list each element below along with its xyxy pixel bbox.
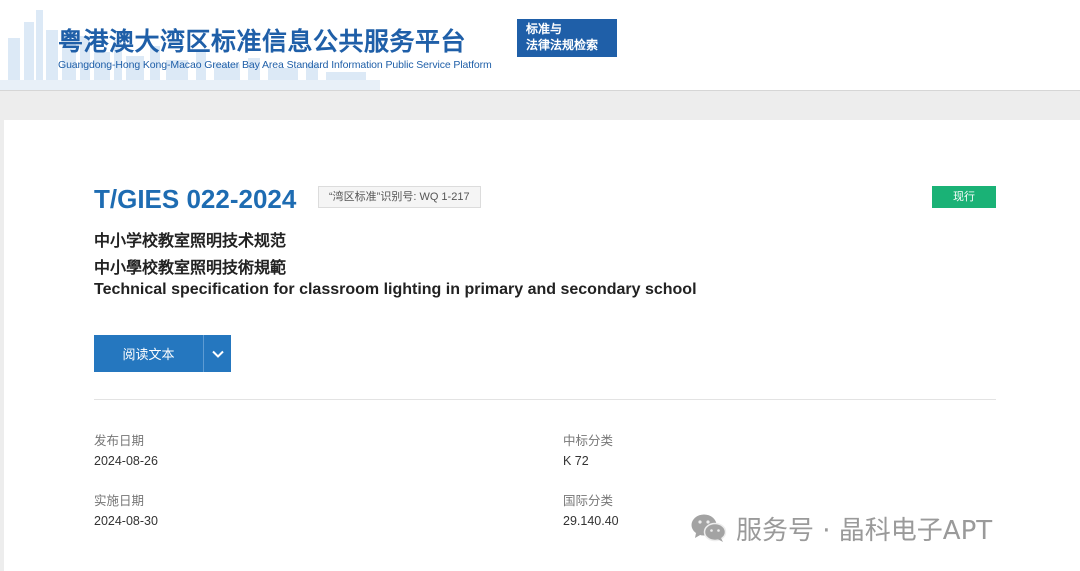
- read-options-dropdown[interactable]: [203, 335, 231, 372]
- ccs-label: 中标分类: [563, 433, 614, 448]
- ics-value: 29.140.40: [563, 514, 619, 528]
- status-badge: 现行: [932, 186, 996, 208]
- standard-code: T/GIES 022-2024: [94, 184, 297, 214]
- badge-line-2: 法律法规检索: [526, 38, 599, 52]
- watermark-text: 服务号 · 晶科电子APT: [736, 515, 993, 546]
- wechat-icon: [691, 514, 727, 542]
- read-text-button-group: 阅读文本: [94, 335, 231, 372]
- standard-detail-card: T/GIES 022-2024 “湾区标准”识别号: WQ 1-217 现行 中…: [4, 120, 1080, 571]
- title-english: Technical specification for classroom li…: [94, 281, 697, 298]
- platform-subtitle: Guangdong-Hong Kong-Macao Greater Bay Ar…: [58, 59, 492, 71]
- effective-date-value: 2024-08-30: [94, 514, 158, 528]
- ccs-value: K 72: [563, 454, 589, 468]
- read-text-button[interactable]: 阅读文本: [94, 335, 203, 372]
- ics-label: 国际分类: [563, 493, 614, 508]
- site-header: 粤港澳大湾区标准信息公共服务平台 Guangdong-Hong Kong-Mac…: [0, 0, 1080, 91]
- badge-line-1: 标准与: [526, 22, 563, 36]
- publish-date-value: 2024-08-26: [94, 454, 158, 468]
- title-simplified-chinese: 中小学校教室照明技术规范: [94, 231, 287, 250]
- search-category-badge[interactable]: 标准与 法律法规检索: [517, 19, 617, 57]
- platform-title: 粤港澳大湾区标准信息公共服务平台: [58, 27, 467, 56]
- effective-date-label: 实施日期: [94, 493, 145, 508]
- chevron-down-icon: [211, 350, 224, 358]
- title-traditional-chinese: 中小學校教室照明技術規範: [94, 258, 287, 277]
- wq-identifier-tag: “湾区标准”识别号: WQ 1-217: [318, 186, 481, 208]
- section-divider: [94, 399, 996, 400]
- wechat-watermark: 服务号 · 晶科电子APT: [690, 508, 992, 548]
- publish-date-label: 发布日期: [94, 433, 145, 448]
